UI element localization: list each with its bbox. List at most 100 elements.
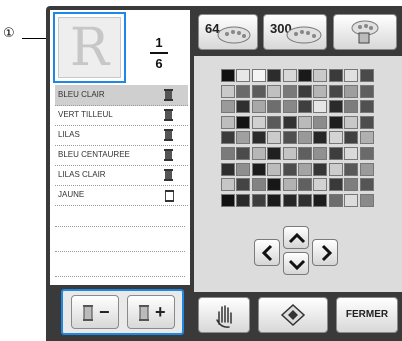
- color-swatch[interactable]: [236, 193, 251, 207]
- color-swatch[interactable]: [359, 162, 374, 176]
- color-swatch[interactable]: [251, 162, 266, 176]
- palette-64-button[interactable]: 64: [198, 14, 258, 50]
- color-swatch[interactable]: [328, 115, 343, 129]
- color-swatch[interactable]: [298, 115, 312, 129]
- color-swatch[interactable]: [236, 84, 251, 98]
- color-swatch[interactable]: [313, 131, 328, 145]
- color-swatch[interactable]: [221, 193, 235, 207]
- color-swatch[interactable]: [359, 147, 374, 160]
- color-swatch[interactable]: [251, 178, 266, 192]
- color-list-item[interactable]: LILAS: [55, 125, 188, 146]
- color-swatch[interactable]: [298, 147, 312, 160]
- color-swatch[interactable]: [251, 131, 266, 145]
- color-swatch[interactable]: [282, 147, 297, 160]
- color-swatch[interactable]: [267, 115, 282, 129]
- color-swatch[interactable]: [282, 84, 297, 98]
- color-swatch[interactable]: [282, 69, 297, 82]
- color-swatch[interactable]: [251, 193, 266, 207]
- spool-minus-button[interactable]: −: [71, 295, 119, 329]
- color-swatch[interactable]: [328, 162, 343, 176]
- color-swatch[interactable]: [267, 131, 282, 145]
- color-swatch[interactable]: [344, 131, 359, 145]
- color-swatch[interactable]: [328, 193, 343, 207]
- arrow-right-button[interactable]: [312, 239, 338, 266]
- color-swatch[interactable]: [359, 178, 374, 192]
- color-swatch[interactable]: [328, 100, 343, 114]
- color-swatch[interactable]: [267, 178, 282, 192]
- color-swatch[interactable]: [298, 100, 312, 114]
- color-swatch[interactable]: [282, 178, 297, 192]
- color-swatch[interactable]: [267, 193, 282, 207]
- color-swatch[interactable]: [282, 193, 297, 207]
- color-swatch[interactable]: [267, 84, 282, 98]
- color-swatch[interactable]: [313, 193, 328, 207]
- color-swatch[interactable]: [251, 115, 266, 129]
- palette-300-button[interactable]: 300: [263, 14, 327, 50]
- color-swatch[interactable]: [328, 131, 343, 145]
- color-swatch[interactable]: [298, 162, 312, 176]
- color-swatch[interactable]: [236, 178, 251, 192]
- color-list-item[interactable]: BLEU CENTAUREE: [55, 145, 188, 166]
- color-swatch[interactable]: [236, 100, 251, 114]
- close-button[interactable]: FERMER: [336, 297, 398, 333]
- color-swatch[interactable]: [359, 193, 374, 207]
- color-list-item[interactable]: JAUNE: [55, 185, 188, 206]
- color-list-item[interactable]: LILAS CLAIR: [55, 165, 188, 186]
- color-swatch[interactable]: [236, 115, 251, 129]
- color-swatch[interactable]: [221, 162, 235, 176]
- color-swatch[interactable]: [282, 100, 297, 114]
- color-swatch[interactable]: [359, 131, 374, 145]
- color-swatch[interactable]: [359, 100, 374, 114]
- color-swatch[interactable]: [298, 131, 312, 145]
- color-swatch[interactable]: [251, 147, 266, 160]
- color-swatch[interactable]: [313, 69, 328, 82]
- color-swatch[interactable]: [267, 69, 282, 82]
- color-swatch[interactable]: [251, 100, 266, 114]
- color-swatch[interactable]: [298, 178, 312, 192]
- color-list-item[interactable]: BLEU CLAIR: [55, 85, 188, 106]
- color-swatch[interactable]: [313, 115, 328, 129]
- color-swatch[interactable]: [344, 162, 359, 176]
- color-swatch[interactable]: [313, 84, 328, 98]
- color-swatch[interactable]: [328, 178, 343, 192]
- color-swatch[interactable]: [298, 84, 312, 98]
- color-swatch[interactable]: [328, 147, 343, 160]
- color-swatch[interactable]: [298, 193, 312, 207]
- color-swatch[interactable]: [267, 147, 282, 160]
- color-swatch[interactable]: [236, 162, 251, 176]
- color-swatch[interactable]: [313, 178, 328, 192]
- move-hand-button[interactable]: [198, 297, 250, 333]
- color-swatch[interactable]: [313, 147, 328, 160]
- color-list-item[interactable]: VERT TILLEUL: [55, 105, 188, 126]
- color-swatch[interactable]: [221, 131, 235, 145]
- color-swatch[interactable]: [221, 178, 235, 192]
- color-swatch[interactable]: [236, 147, 251, 160]
- color-swatch[interactable]: [236, 131, 251, 145]
- color-swatch[interactable]: [267, 162, 282, 176]
- color-swatch[interactable]: [313, 162, 328, 176]
- color-swatch[interactable]: [251, 84, 266, 98]
- color-swatch[interactable]: [298, 69, 312, 82]
- color-swatch[interactable]: [344, 69, 359, 82]
- color-swatch[interactable]: [221, 84, 235, 98]
- spool-plus-button[interactable]: +: [127, 295, 175, 329]
- color-swatch[interactable]: [282, 131, 297, 145]
- color-swatch[interactable]: [221, 115, 235, 129]
- color-swatch[interactable]: [328, 69, 343, 82]
- arrow-left-button[interactable]: [254, 239, 280, 266]
- color-swatch[interactable]: [359, 84, 374, 98]
- color-swatch[interactable]: [221, 147, 235, 160]
- custom-palette-button[interactable]: [333, 14, 397, 50]
- color-swatch[interactable]: [344, 147, 359, 160]
- color-swatch[interactable]: [344, 178, 359, 192]
- color-swatch[interactable]: [359, 115, 374, 129]
- color-swatch[interactable]: [328, 84, 343, 98]
- color-swatch[interactable]: [344, 84, 359, 98]
- arrow-up-button[interactable]: [283, 226, 309, 249]
- color-swatch[interactable]: [267, 100, 282, 114]
- color-swatch[interactable]: [282, 162, 297, 176]
- color-swatch[interactable]: [282, 115, 297, 129]
- color-swatch[interactable]: [344, 100, 359, 114]
- color-swatch[interactable]: [221, 100, 235, 114]
- color-swatch[interactable]: [221, 69, 235, 82]
